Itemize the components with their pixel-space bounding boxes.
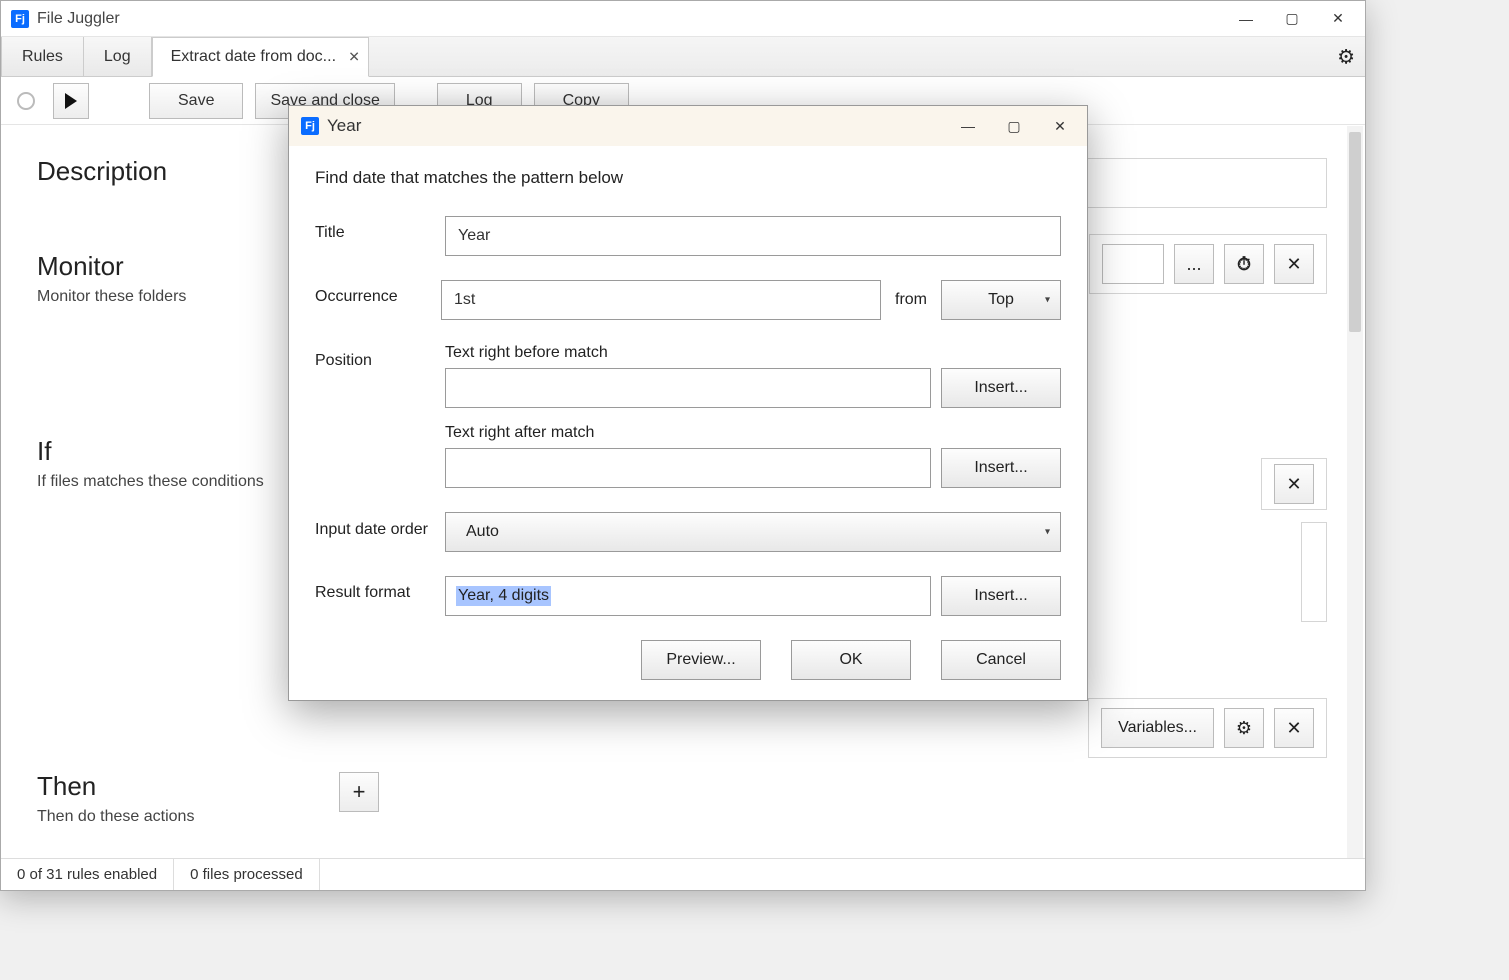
scrollbar-thumb[interactable] (1349, 132, 1361, 332)
result-format-input[interactable]: Year, 4 digits (445, 576, 931, 616)
then-settings-icon[interactable] (1224, 708, 1264, 748)
status-rules-enabled: 0 of 31 rules enabled (1, 859, 174, 890)
dialog-title: Year (327, 116, 361, 136)
app-title: File Juggler (37, 10, 120, 28)
monitor-panel: ... ✕ (1089, 234, 1327, 294)
tab-log[interactable]: Log (84, 37, 152, 76)
text-after-input[interactable] (445, 448, 931, 488)
label-position: Position (315, 344, 445, 370)
preview-button[interactable]: Preview... (641, 640, 761, 680)
label-result-format: Result format (315, 576, 445, 602)
if-remove-button[interactable]: ✕ (1274, 464, 1314, 504)
label-input-date-order: Input date order (315, 512, 445, 540)
dialog-app-icon: Fj (301, 117, 319, 135)
ok-button[interactable]: OK (791, 640, 911, 680)
text-before-input[interactable] (445, 368, 931, 408)
year-dialog: Fj Year — ▢ ✕ Find date that matches the… (288, 105, 1088, 701)
monitor-remove-button[interactable]: ✕ (1274, 244, 1314, 284)
input-date-order-dropdown[interactable]: Auto ▾ (445, 512, 1061, 552)
browse-button[interactable]: ... (1174, 244, 1214, 284)
label-text-before: Text right before match (445, 344, 1061, 362)
field-input-date-order: Input date order Auto ▾ (315, 512, 1061, 552)
then-remove-button[interactable]: ✕ (1274, 708, 1314, 748)
schedule-icon[interactable] (1224, 244, 1264, 284)
status-files-processed: 0 files processed (174, 859, 320, 890)
insert-after-button[interactable]: Insert... (941, 448, 1061, 488)
monitor-subheading: Monitor these folders (37, 288, 297, 306)
window-close-button[interactable]: ✕ (1315, 3, 1361, 35)
play-icon (65, 93, 77, 109)
label-title: Title (315, 216, 445, 242)
dialog-instruction: Find date that matches the pattern below (315, 168, 1061, 188)
cancel-button[interactable]: Cancel (941, 640, 1061, 680)
then-panel: Variables... ✕ (1088, 698, 1327, 758)
monitor-heading: Monitor (37, 251, 297, 282)
statusbar: 0 of 31 rules enabled 0 files processed (1, 858, 1365, 890)
field-position: Position Text right before match Insert.… (315, 344, 1061, 408)
titlebar: Fj File Juggler — ▢ ✕ (1, 1, 1365, 37)
tab-close-icon[interactable]: ✕ (348, 49, 360, 66)
dialog-minimize-button[interactable]: — (945, 110, 991, 142)
if-panel-2 (1301, 522, 1327, 622)
label-from: from (895, 291, 927, 309)
settings-gear-icon[interactable] (1337, 44, 1355, 69)
field-occurrence: Occurrence from Top ▾ (315, 280, 1061, 320)
title-input[interactable] (445, 216, 1061, 256)
label-text-after: Text right after match (445, 424, 1061, 442)
dialog-close-button[interactable]: ✕ (1037, 110, 1083, 142)
occurrence-input[interactable] (441, 280, 881, 320)
save-button[interactable]: Save (149, 83, 243, 119)
field-title: Title (315, 216, 1061, 256)
then-heading: Then (37, 771, 297, 802)
if-heading: If (37, 436, 297, 467)
section-labels: Description Monitor Monitor these folder… (37, 156, 297, 826)
if-panel-1: ✕ (1261, 458, 1327, 510)
then-subheading: Then do these actions (37, 808, 297, 826)
insert-before-button[interactable]: Insert... (941, 368, 1061, 408)
tab-rules[interactable]: Rules (1, 37, 84, 76)
from-dropdown[interactable]: Top ▾ (941, 280, 1061, 320)
window-minimize-button[interactable]: — (1223, 3, 1269, 35)
dialog-buttons: Preview... OK Cancel (315, 640, 1061, 680)
add-action-button[interactable]: + (339, 772, 379, 812)
variables-button[interactable]: Variables... (1101, 708, 1214, 748)
label-position-empty (315, 424, 445, 432)
field-position-after: Text right after match Insert... (315, 424, 1061, 488)
from-dropdown-value: Top (988, 291, 1014, 309)
input-date-order-value: Auto (466, 523, 499, 541)
if-subheading: If files matches these conditions (37, 473, 297, 491)
chevron-down-icon: ▾ (1045, 527, 1050, 538)
vertical-scrollbar[interactable] (1347, 126, 1363, 858)
monitor-path-input[interactable] (1102, 244, 1164, 284)
insert-result-button[interactable]: Insert... (941, 576, 1061, 616)
result-format-value: Year, 4 digits (456, 586, 551, 606)
field-result-format: Result format Year, 4 digits Insert... (315, 576, 1061, 616)
tab-extract-date[interactable]: Extract date from doc... ✕ (152, 37, 369, 77)
run-button[interactable] (53, 83, 89, 119)
label-occurrence: Occurrence (315, 280, 441, 306)
dialog-body: Find date that matches the pattern below… (289, 146, 1087, 700)
description-heading: Description (37, 156, 297, 187)
tab-active-label: Extract date from doc... (171, 48, 336, 66)
chevron-down-icon: ▾ (1045, 295, 1050, 306)
dialog-titlebar: Fj Year — ▢ ✕ (289, 106, 1087, 146)
dialog-maximize-button[interactable]: ▢ (991, 110, 1037, 142)
status-circle-icon (17, 92, 35, 110)
app-icon: Fj (11, 10, 29, 28)
window-maximize-button[interactable]: ▢ (1269, 3, 1315, 35)
tabstrip: Rules Log Extract date from doc... ✕ (1, 37, 1365, 77)
